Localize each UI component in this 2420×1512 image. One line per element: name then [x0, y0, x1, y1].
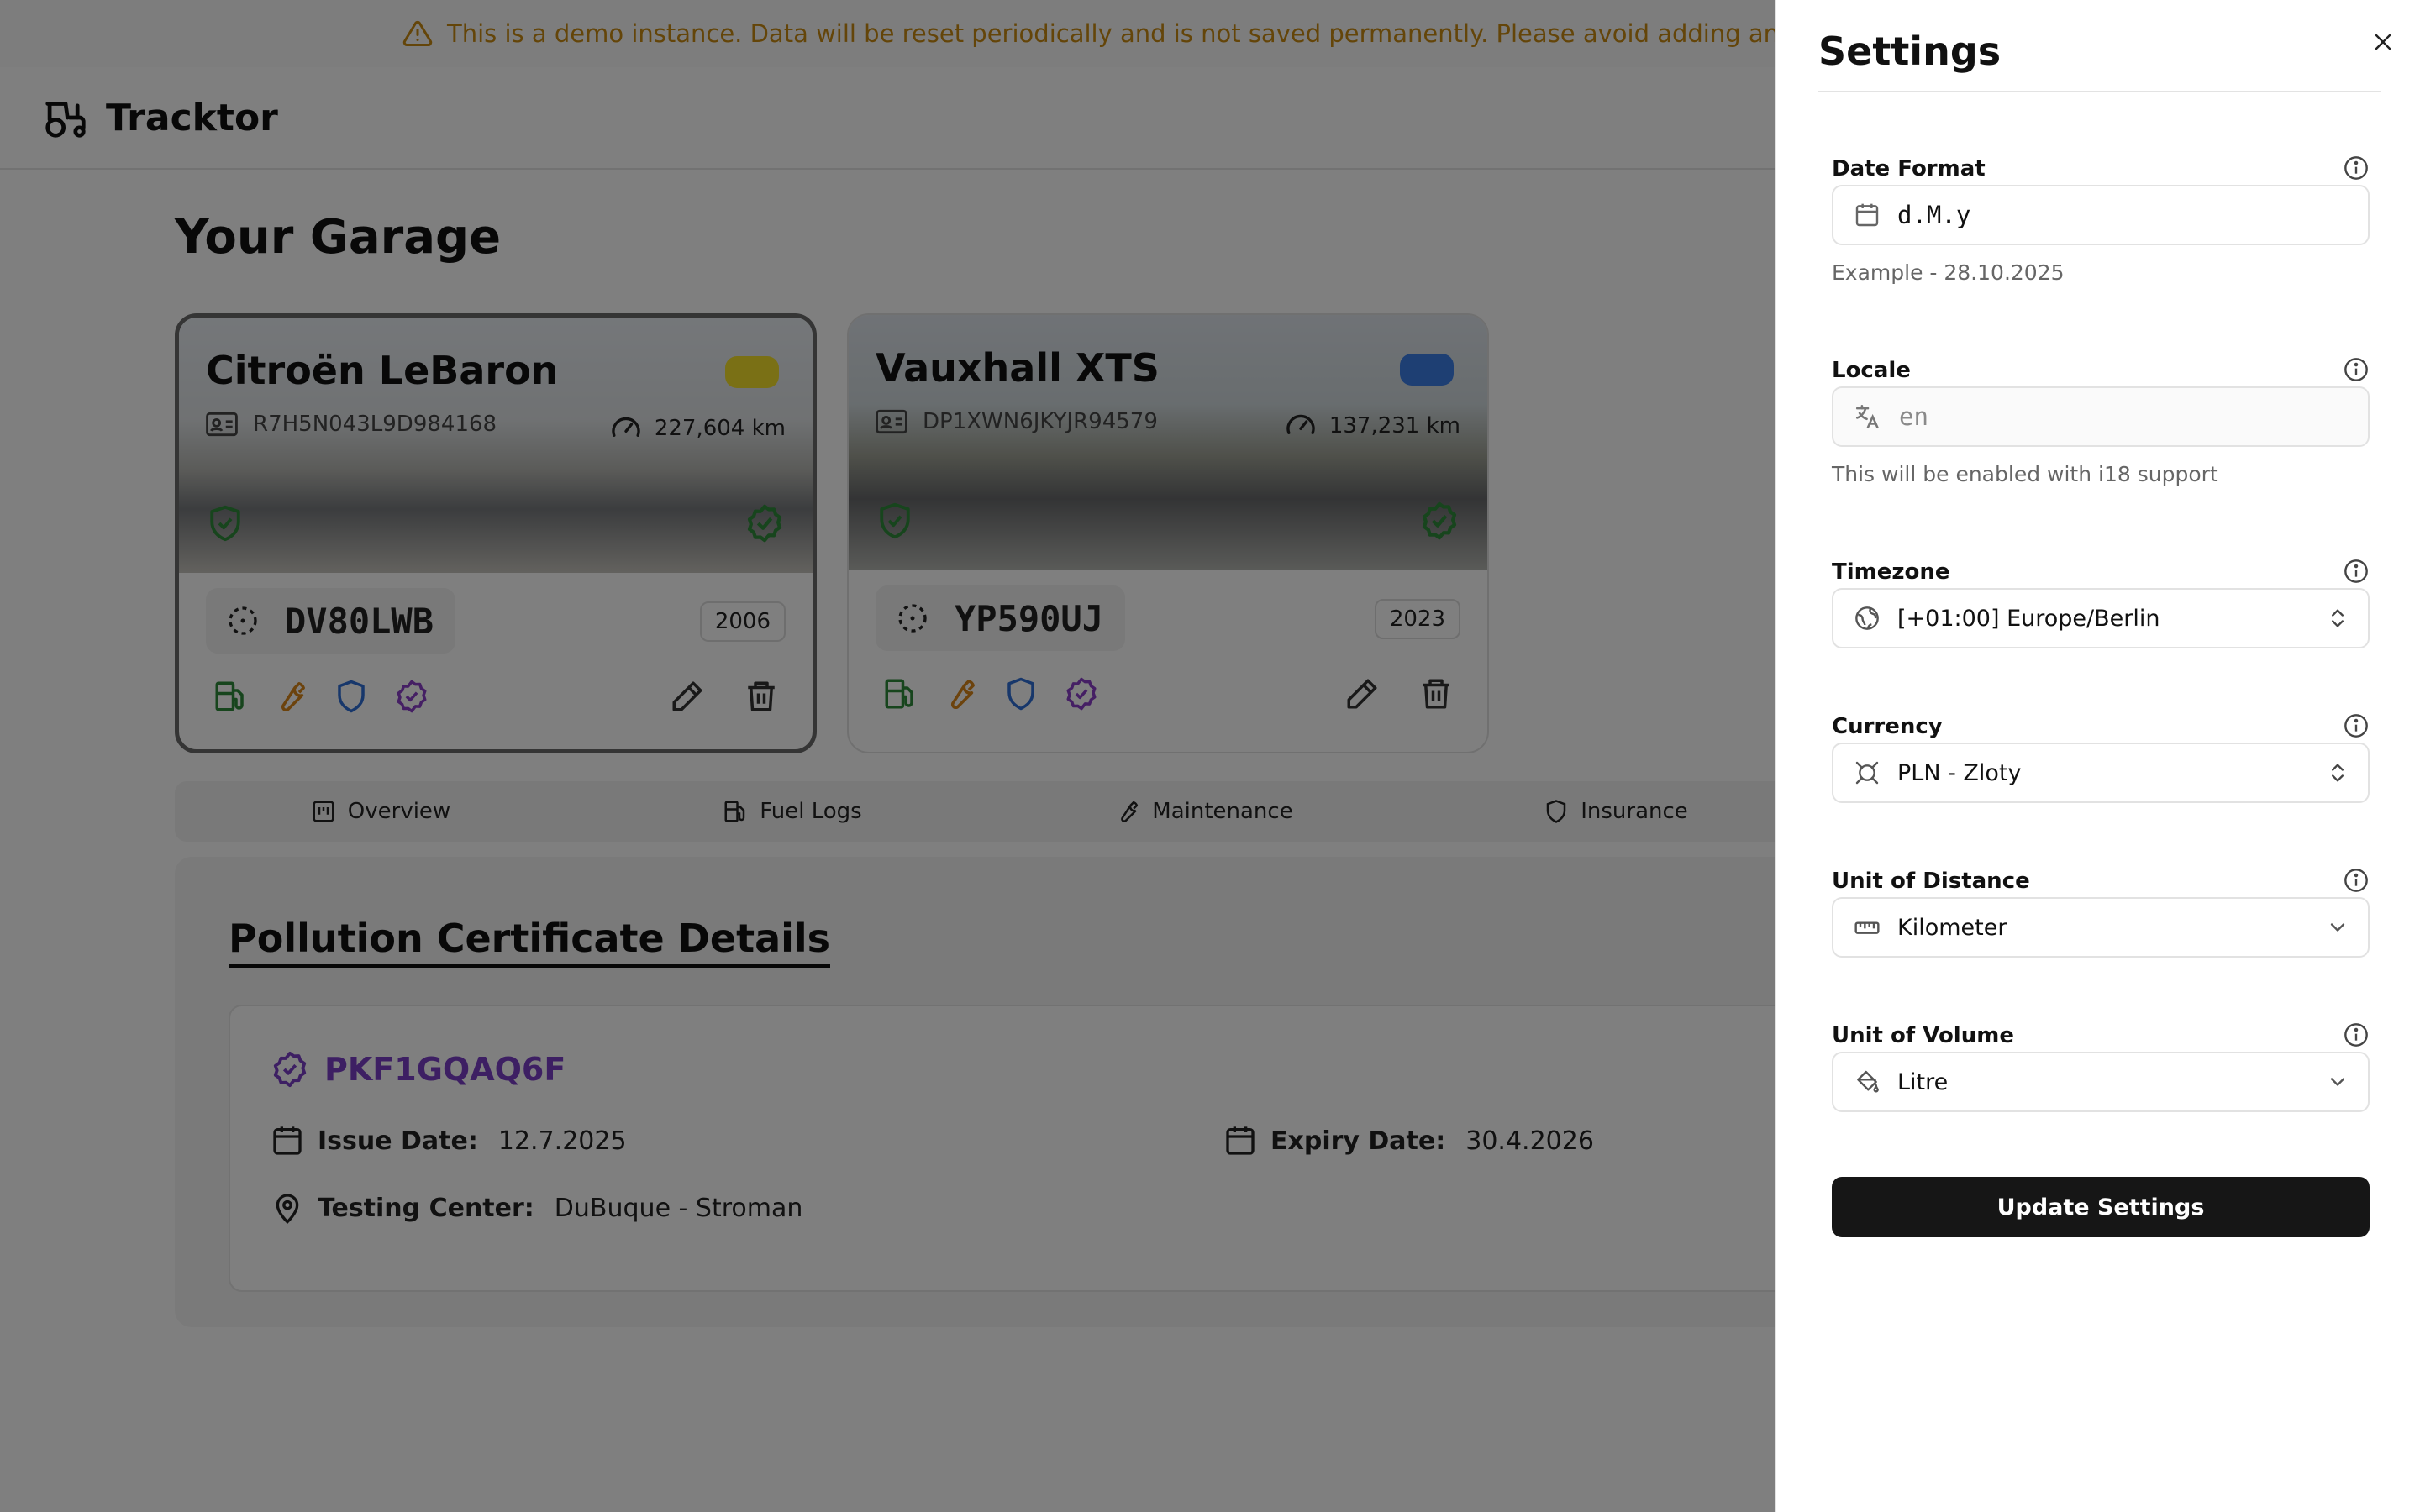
field-label: Locale [1832, 358, 1911, 383]
chevron-down-icon [2330, 1078, 2345, 1086]
currency-icon [1855, 761, 1879, 785]
chevron-down-icon [2330, 923, 2345, 932]
modal-backdrop[interactable] [0, 0, 1775, 1512]
select-value: Kilometer [1897, 914, 2007, 941]
timezone-select[interactable]: [+01:00] Europe/Berlin [1832, 588, 2370, 648]
divider [1818, 91, 2381, 92]
close-button[interactable] [2366, 25, 2400, 59]
info-icon[interactable] [2343, 558, 2370, 585]
ruler-icon [1854, 921, 1880, 934]
update-settings-button[interactable]: Update Settings [1832, 1177, 2370, 1237]
paint-bucket-icon [1857, 1070, 1879, 1093]
help-text: Example - 28.10.2025 [1832, 260, 2065, 285]
calendar-icon [1855, 203, 1879, 227]
info-icon[interactable] [2343, 155, 2370, 181]
select-value: [+01:00] Europe/Berlin [1897, 605, 2160, 632]
select-value: Litre [1897, 1068, 1949, 1095]
info-icon[interactable] [2343, 712, 2370, 739]
date-format-input[interactable]: d.M.y [1832, 185, 2370, 245]
chevrons-up-down-icon [2332, 764, 2344, 782]
translate-icon [1855, 404, 1879, 429]
settings-title: Settings [1818, 29, 2002, 74]
close-icon [2375, 34, 2391, 50]
globe-icon [1855, 606, 1879, 630]
distance-unit-select[interactable]: Kilometer [1832, 897, 2370, 958]
field-label: Unit of Volume [1832, 1023, 2014, 1048]
input-value: d.M.y [1897, 201, 1971, 229]
locale-input[interactable]: en [1832, 386, 2370, 447]
input-value: en [1899, 402, 1928, 431]
field-label: Currency [1832, 714, 1943, 739]
currency-select[interactable]: PLN - Zloty [1832, 743, 2370, 803]
info-icon[interactable] [2343, 867, 2370, 894]
select-value: PLN - Zloty [1897, 759, 2022, 786]
settings-drawer: Settings Date Format d.M.y Example - 28.… [1775, 0, 2420, 1512]
field-label: Unit of Distance [1832, 869, 2030, 894]
field-label: Date Format [1832, 156, 1986, 181]
chevrons-up-down-icon [2332, 609, 2344, 627]
volume-unit-select[interactable]: Litre [1832, 1052, 2370, 1112]
info-icon[interactable] [2343, 1021, 2370, 1048]
help-text: This will be enabled with i18 support [1832, 462, 2218, 486]
info-icon[interactable] [2343, 356, 2370, 383]
field-label: Timezone [1832, 559, 1950, 585]
